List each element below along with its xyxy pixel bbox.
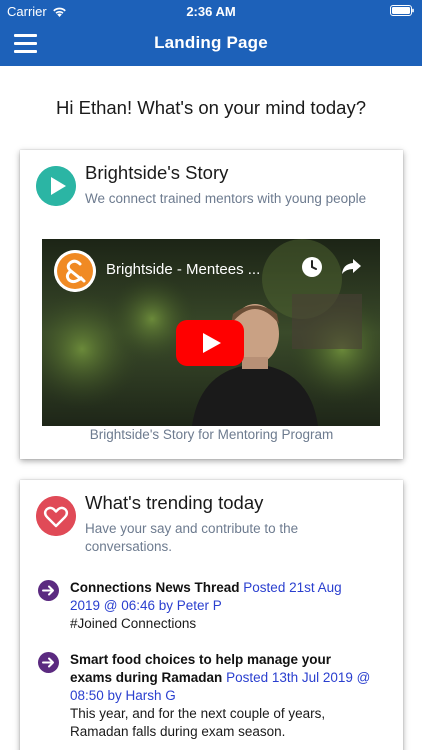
brightside-logo-icon <box>54 250 96 292</box>
story-card[interactable]: Brightside's Story We connect trained me… <box>20 150 403 459</box>
trending-item-text: Smart food choices to help manage your e… <box>70 651 375 741</box>
watch-later-clock-icon[interactable] <box>301 256 323 278</box>
story-card-title: Brightside's Story <box>85 162 229 183</box>
greeting-text: Hi Ethan! What's on your mind today? <box>56 97 366 118</box>
landing-page: Carrier 2:36 AM Landing Page Hi Ethan! W… <box>0 0 422 750</box>
youtube-play-button-icon[interactable] <box>176 320 244 366</box>
story-card-subtitle: We connect trained mentors with young pe… <box>85 191 367 206</box>
page-title: Landing Page <box>154 33 268 52</box>
video-player[interactable]: Brightside - Mentees ... <box>42 239 380 426</box>
arrow-right-circle-icon <box>38 652 59 673</box>
heart-icon <box>36 496 76 536</box>
video-caption: Brightside's Story for Mentoring Program <box>89 427 334 442</box>
status-time: 2:36 AM <box>186 4 236 19</box>
arrow-right-circle-icon <box>38 580 59 601</box>
trending-item-body: This year, and for the next couple of ye… <box>70 706 326 739</box>
status-bar: Carrier 2:36 AM <box>0 0 422 22</box>
trending-card-title: What's trending today <box>85 492 264 513</box>
navigation-bar: Landing Page <box>0 22 422 66</box>
trending-item-body: #Joined Connections <box>70 616 197 631</box>
share-arrow-icon[interactable] <box>340 255 362 277</box>
trending-card-subtitle: Have your say and contribute to the conv… <box>85 521 299 554</box>
trending-card: What's trending today Have your say and … <box>20 480 403 750</box>
video-title: Brightside - Mentees ... <box>106 261 261 278</box>
app-header: Carrier 2:36 AM Landing Page <box>0 0 422 66</box>
trending-item-title[interactable]: Connections News Thread <box>70 580 240 595</box>
trending-item-text: Connections News Thread Posted 21st Aug … <box>70 579 375 633</box>
play-icon <box>36 166 76 206</box>
battery-icon <box>390 5 414 16</box>
